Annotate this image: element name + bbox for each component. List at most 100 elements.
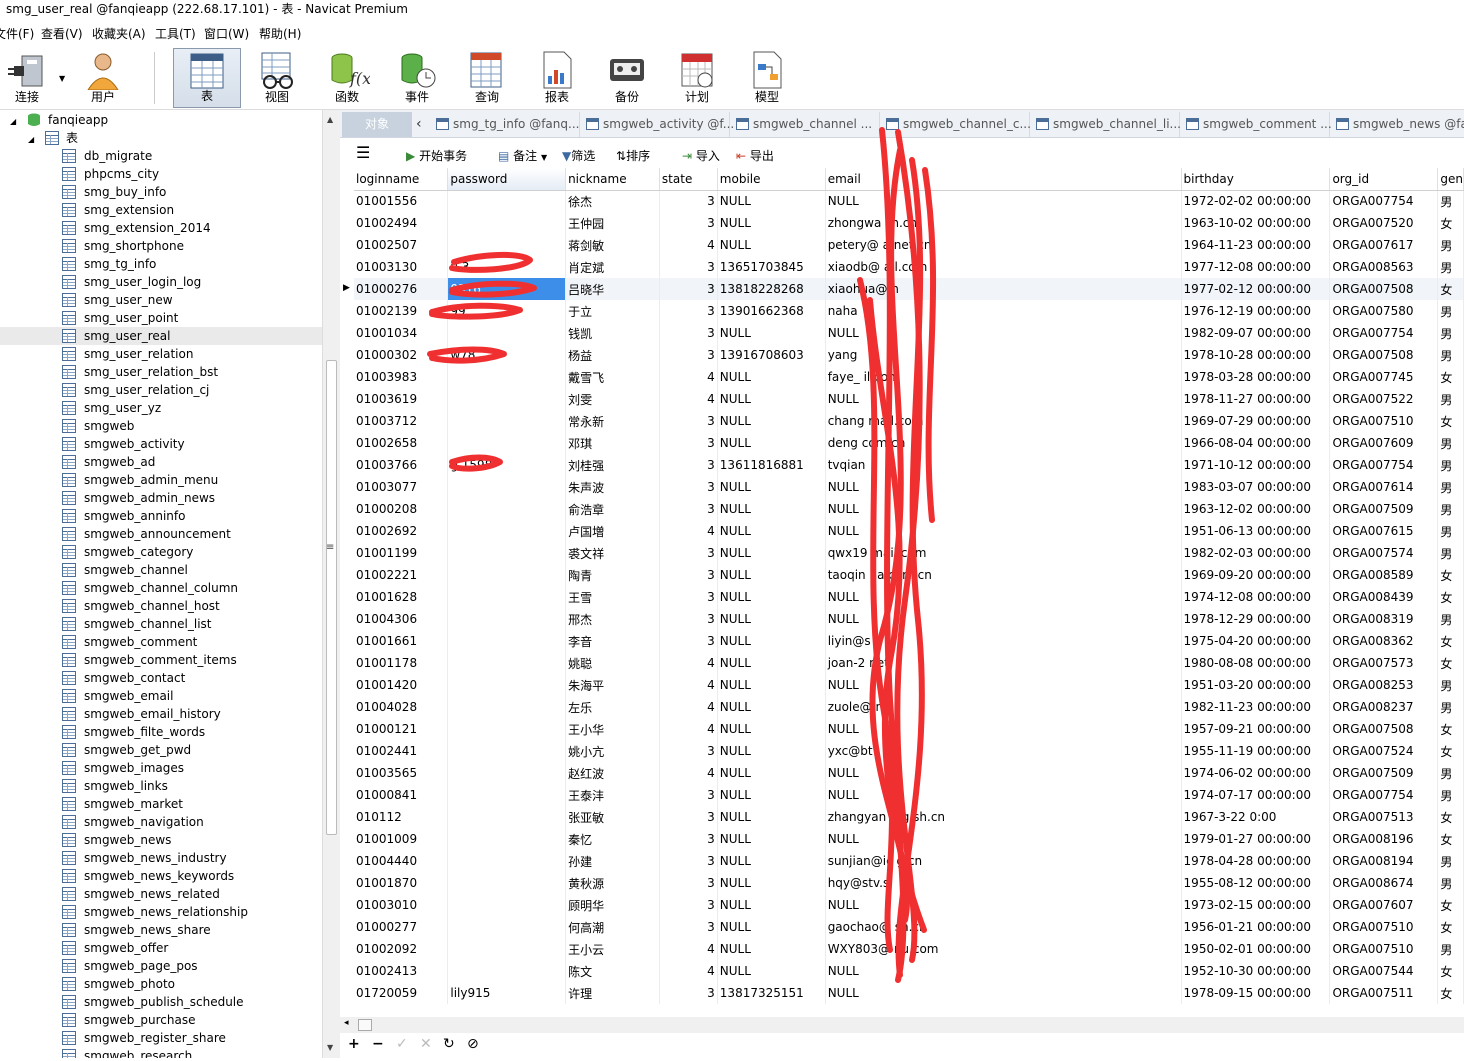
- cell-loginname[interactable]: 01002139: [354, 300, 449, 322]
- cell-nickname[interactable]: 姚聪: [565, 652, 660, 674]
- tree-item-smgweb-register-share[interactable]: smgweb_register_share: [0, 1029, 322, 1047]
- tab-item[interactable]: smg_tg_info @fanq...: [432, 112, 580, 137]
- begin-transaction-button[interactable]: ▶ 开始事务: [406, 147, 467, 164]
- cell-loginname[interactable]: 01001661: [354, 630, 449, 652]
- table-row[interactable]: 01001628 王雪 3 NULL NULL 1974-12-08 00:00:00 OR…: [354, 586, 1464, 608]
- cell-org-id[interactable]: ORGA007754: [1329, 190, 1439, 212]
- cell-password[interactable]: [447, 608, 567, 630]
- tree-collapse-icon[interactable]: ◢: [28, 135, 34, 144]
- cell-mobile[interactable]: NULL: [717, 674, 826, 696]
- model-button[interactable]: 模型: [733, 48, 801, 108]
- cell-email[interactable]: NULL: [825, 586, 1182, 608]
- table-row[interactable]: 01001870 黄秋源 3 NULL hqy@stv.s 1955-08-12 00:0…: [354, 872, 1464, 894]
- cell-email[interactable]: petery@ a.net.cn: [825, 234, 1182, 256]
- cell-email[interactable]: liyin@s: [825, 630, 1182, 652]
- cell-gen[interactable]: 女: [1437, 718, 1464, 740]
- tree-item-smgweb-channel-list[interactable]: smgweb_channel_list: [0, 615, 322, 633]
- cell-nickname[interactable]: 陶青: [565, 564, 660, 586]
- cell-loginname[interactable]: 01001870: [354, 872, 449, 894]
- cell-birthday[interactable]: 1974-06-02 00:00:00: [1181, 762, 1331, 784]
- cell-mobile[interactable]: NULL: [717, 652, 826, 674]
- cell-gen[interactable]: 女: [1437, 630, 1464, 652]
- cell-state[interactable]: 4: [659, 674, 718, 696]
- table-row[interactable]: 01001009 秦忆 3 NULL NULL 1979-01-27 00:00:00 OR…: [354, 828, 1464, 850]
- schedule-button[interactable]: 计划: [663, 48, 731, 108]
- cell-gen[interactable]: 男: [1437, 674, 1464, 696]
- cell-state[interactable]: 4: [659, 366, 718, 388]
- cell-email[interactable]: NULL: [825, 828, 1182, 850]
- cell-org-id[interactable]: ORGA007544: [1329, 960, 1439, 982]
- table-row[interactable]: 01003619 刘雯 4 NULL NULL 1978-11-27 00:00:00 OR…: [354, 388, 1464, 410]
- cell-gen[interactable]: 男: [1437, 762, 1464, 784]
- tree-item-smgweb-images[interactable]: smgweb_images: [0, 759, 322, 777]
- cell-nickname[interactable]: 姚小亢: [565, 740, 660, 762]
- cell-loginname[interactable]: 01001199: [354, 542, 449, 564]
- cell-nickname[interactable]: 邓琪: [565, 432, 660, 454]
- cell-email[interactable]: NULL: [825, 388, 1182, 410]
- cell-password[interactable]: [447, 586, 567, 608]
- table-row[interactable]: 01000121 王小华 4 NULL NULL 1957-09-21 00:00:00 O…: [354, 718, 1464, 740]
- cell-org-id[interactable]: ORGA007614: [1329, 476, 1439, 498]
- column-header-state[interactable]: state: [659, 168, 718, 191]
- tree-item-smg-user-new[interactable]: smg_user_new: [0, 291, 322, 309]
- cell-state[interactable]: 3: [659, 212, 718, 234]
- tree-item-smg-shortphone[interactable]: smg_shortphone: [0, 237, 322, 255]
- cell-birthday[interactable]: 1982-09-07 00:00:00: [1181, 322, 1331, 344]
- cell-nickname[interactable]: 左乐: [565, 696, 660, 718]
- cell-email[interactable]: NULL: [825, 960, 1182, 982]
- table-row[interactable]: 01004440 孙建 3 NULL sunjian@ic g.cn 1978-04-28…: [354, 850, 1464, 872]
- cell-password[interactable]: [447, 674, 567, 696]
- column-header-email[interactable]: email: [825, 168, 1182, 191]
- cell-state[interactable]: 4: [659, 652, 718, 674]
- cell-state[interactable]: 3: [659, 498, 718, 520]
- cell-org-id[interactable]: ORGA007509: [1329, 762, 1439, 784]
- cell-mobile[interactable]: NULL: [717, 542, 826, 564]
- cell-birthday[interactable]: 1977-12-08 00:00:00: [1181, 256, 1331, 278]
- table-row[interactable]: 01003565 赵红波 4 NULL NULL 1974-06-02 00:00:00 O…: [354, 762, 1464, 784]
- cell-password[interactable]: [447, 784, 567, 806]
- table-row[interactable]: 01000277 何高潮 3 NULL gaochao@ sh.cn 1956-01-21…: [354, 916, 1464, 938]
- tree-item-smg-extension[interactable]: smg_extension: [0, 201, 322, 219]
- cell-state[interactable]: 3: [659, 454, 718, 476]
- cell-mobile[interactable]: NULL: [717, 520, 826, 542]
- cell-loginname[interactable]: 01000208: [354, 498, 449, 520]
- cell-gen[interactable]: 女: [1437, 740, 1464, 762]
- cell-nickname[interactable]: 卢国増: [565, 520, 660, 542]
- cell-email[interactable]: WXY803@ nu.com: [825, 938, 1182, 960]
- cell-gen[interactable]: 男: [1437, 322, 1464, 344]
- cell-loginname[interactable]: 01004028: [354, 696, 449, 718]
- cell-nickname[interactable]: 肖定斌: [565, 256, 660, 278]
- backup-button[interactable]: 备份: [593, 48, 661, 108]
- cell-email[interactable]: NULL: [825, 674, 1182, 696]
- memo-button[interactable]: ▤ 备注 ▼: [498, 147, 547, 164]
- cell-gen[interactable]: 女: [1437, 366, 1464, 388]
- cell-password[interactable]: [447, 476, 567, 498]
- tab-item[interactable]: smgweb_channel_c...: [882, 112, 1031, 137]
- tree-scrollbar[interactable]: ▲ ≡ ▼: [322, 110, 340, 1058]
- cell-gen[interactable]: 男: [1437, 850, 1464, 872]
- cell-state[interactable]: 3: [659, 608, 718, 630]
- tree-item-smgweb-contact[interactable]: smgweb_contact: [0, 669, 322, 687]
- cell-loginname[interactable]: 01002507: [354, 234, 449, 256]
- table-row[interactable]: 010112 张亚敏 3 NULL zhangyan mg.sh.cn 1967-3-22…: [354, 806, 1464, 828]
- cell-nickname[interactable]: 王小云: [565, 938, 660, 960]
- cell-email[interactable]: joan-2 net: [825, 652, 1182, 674]
- cell-birthday[interactable]: 1955-08-12 00:00:00: [1181, 872, 1331, 894]
- cell-email[interactable]: faye_ il.com: [825, 366, 1182, 388]
- cell-org-id[interactable]: ORGA007510: [1329, 938, 1439, 960]
- cell-birthday[interactable]: 1978-12-29 00:00:00: [1181, 608, 1331, 630]
- cell-nickname[interactable]: 戴雪飞: [565, 366, 660, 388]
- cell-mobile[interactable]: 13817325151: [717, 982, 826, 1004]
- cell-gen[interactable]: 女: [1437, 564, 1464, 586]
- cell-email[interactable]: yxc@bt: [825, 740, 1182, 762]
- cell-state[interactable]: 4: [659, 696, 718, 718]
- cell-email[interactable]: NULL: [825, 520, 1182, 542]
- cell-birthday[interactable]: 1978-10-28 00:00:00: [1181, 344, 1331, 366]
- cell-state[interactable]: 3: [659, 586, 718, 608]
- cell-password[interactable]: [447, 894, 567, 916]
- cell-nickname[interactable]: 王雪: [565, 586, 660, 608]
- cell-loginname[interactable]: 01003983: [354, 366, 449, 388]
- cell-loginname[interactable]: 01004306: [354, 608, 449, 630]
- stop-icon[interactable]: ⊘: [467, 1036, 479, 1052]
- cell-email[interactable]: taoqin ha.com.cn: [825, 564, 1182, 586]
